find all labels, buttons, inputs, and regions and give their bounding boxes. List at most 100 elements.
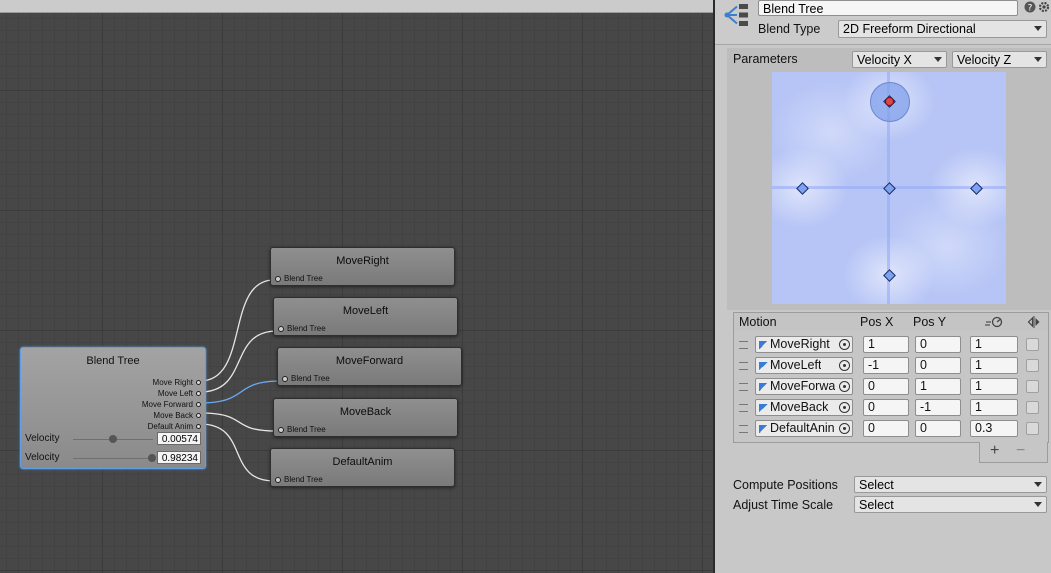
gear-icon[interactable] [1038,1,1050,13]
mirror-checkbox[interactable] [1026,359,1039,372]
drag-handle-icon[interactable] [739,341,748,349]
posx-field[interactable]: 0 [863,420,909,437]
motion-field[interactable]: MoveForwa [755,378,853,395]
mirror-checkbox[interactable] [1026,380,1039,393]
parameter-y-value: Velocity Z [957,53,1012,67]
animation-clip-icon [759,362,768,370]
blend-space-visualization[interactable] [772,72,1006,304]
animation-clip-icon [759,383,768,391]
output-port-move-forward[interactable]: Move Forward [142,399,201,410]
node-title: DefaultAnim [332,456,393,468]
node-move-left[interactable]: MoveLeft Blend Tree [273,297,458,336]
parameters-label: Parameters [733,52,798,66]
wire-move-back [199,412,278,432]
mirror-checkbox[interactable] [1026,422,1039,435]
motion-field[interactable]: MoveBack [755,399,853,416]
help-icon[interactable]: ? [1024,1,1036,13]
drag-handle-icon[interactable] [739,362,748,370]
node-title: MoveLeft [342,305,389,317]
object-picker-icon[interactable] [839,360,850,371]
table-row: MoveLeft -1 0 1 [734,355,1048,376]
parameter-x-dropdown[interactable]: Velocity X [852,51,947,68]
velocity-value-field[interactable]: 0.00574 [157,432,201,445]
parameter-x-value: Velocity X [857,53,912,67]
add-motion-button[interactable]: + [990,442,999,460]
blend-tree-icon [724,4,748,26]
inspector-panel: Blend Tree ? Blend Type 2D Freeform Dire… [715,0,1051,573]
drag-handle-icon[interactable] [739,404,748,412]
current-blend-point[interactable] [885,97,894,106]
object-picker-icon[interactable] [839,423,850,434]
node-input-port[interactable]: Blend Tree [275,274,323,283]
velocity-slider-knob[interactable] [148,454,157,462]
posy-field[interactable]: 0 [915,420,961,437]
output-port-default-anim[interactable]: Default Anim [142,421,201,432]
velocity-slider-knob[interactable] [109,435,117,443]
motion-point[interactable] [883,182,896,195]
velocity-label: Velocity [25,452,60,463]
posy-field[interactable]: 0 [915,336,961,353]
node-default-anim[interactable]: DefaultAnim Blend Tree [270,448,455,487]
compute-positions-dropdown[interactable]: Select [854,476,1047,493]
mirror-checkbox[interactable] [1026,401,1039,414]
output-port-move-right[interactable]: Move Right [142,377,201,388]
motion-name: DefaultAnin [770,421,835,435]
node-move-back[interactable]: MoveBack Blend Tree [273,398,458,437]
object-picker-icon[interactable] [839,381,850,392]
object-picker-icon[interactable] [839,339,850,350]
posx-field[interactable]: 0 [863,399,909,416]
blend-tree-node[interactable]: Blend Tree Move Right Move Left Move For… [20,347,206,469]
mirror-checkbox[interactable] [1026,338,1039,351]
speed-field[interactable]: 1 [970,357,1018,374]
blend-type-dropdown[interactable]: 2D Freeform Directional [838,20,1047,38]
node-input-port[interactable]: Blend Tree [278,425,326,434]
motion-name: MoveLeft [770,358,822,372]
drag-handle-icon[interactable] [739,383,748,391]
drag-handle-icon[interactable] [739,425,748,433]
table-row: DefaultAnin 0 0 0.3 [734,418,1048,439]
output-port-move-left[interactable]: Move Left [142,388,201,399]
posx-field[interactable]: 0 [863,378,909,395]
wire-move-forward [199,380,282,404]
node-input-port[interactable]: Blend Tree [275,475,323,484]
node-move-right[interactable]: MoveRight Blend Tree [270,247,455,286]
motion-field[interactable]: MoveRight [755,336,853,353]
posx-field[interactable]: 1 [863,336,909,353]
velocity-slider-track[interactable] [73,458,153,459]
motion-field[interactable]: DefaultAnin [755,420,853,437]
motion-name: MoveBack [770,400,829,414]
node-move-forward[interactable]: MoveForward Blend Tree [277,347,462,386]
posy-field[interactable]: 1 [915,378,961,395]
speed-field[interactable]: 1 [970,399,1018,416]
name-field[interactable]: Blend Tree [758,0,1018,16]
motion-field[interactable]: MoveLeft [755,357,853,374]
blend-type-value: 2D Freeform Directional [843,22,976,36]
remove-motion-button[interactable]: − [1016,442,1025,460]
chevron-down-icon [1034,26,1042,31]
svg-text:?: ? [1028,4,1033,14]
adjust-time-scale-value: Select [859,498,894,512]
velocity-value-field[interactable]: 0.98234 [157,451,201,464]
animation-clip-icon [759,341,768,349]
animation-clip-icon [759,425,768,433]
motion-point[interactable] [883,269,896,282]
table-row: MoveRight 1 0 1 [734,334,1048,355]
speed-field[interactable]: 0.3 [970,420,1018,437]
motion-table-body: MoveRight 1 0 1 MoveLeft -1 0 1 MoveForw… [733,331,1049,443]
motion-point[interactable] [970,182,983,195]
object-picker-icon[interactable] [839,402,850,413]
parameter-y-dropdown[interactable]: Velocity Z [952,51,1047,68]
motion-point[interactable] [796,182,809,195]
posx-field[interactable]: -1 [863,357,909,374]
node-input-port[interactable]: Blend Tree [278,324,326,333]
output-port-move-back[interactable]: Move Back [142,410,201,421]
adjust-time-scale-dropdown[interactable]: Select [854,496,1047,513]
speed-field[interactable]: 1 [970,378,1018,395]
blend-tree-outputs: Move Right Move Left Move Forward Move B… [142,377,201,432]
node-input-port[interactable]: Blend Tree [282,374,330,383]
posy-field[interactable]: -1 [915,399,961,416]
posy-field[interactable]: 0 [915,357,961,374]
chevron-down-icon [1034,57,1042,62]
blend-type-label: Blend Type [758,22,821,36]
speed-field[interactable]: 1 [970,336,1018,353]
